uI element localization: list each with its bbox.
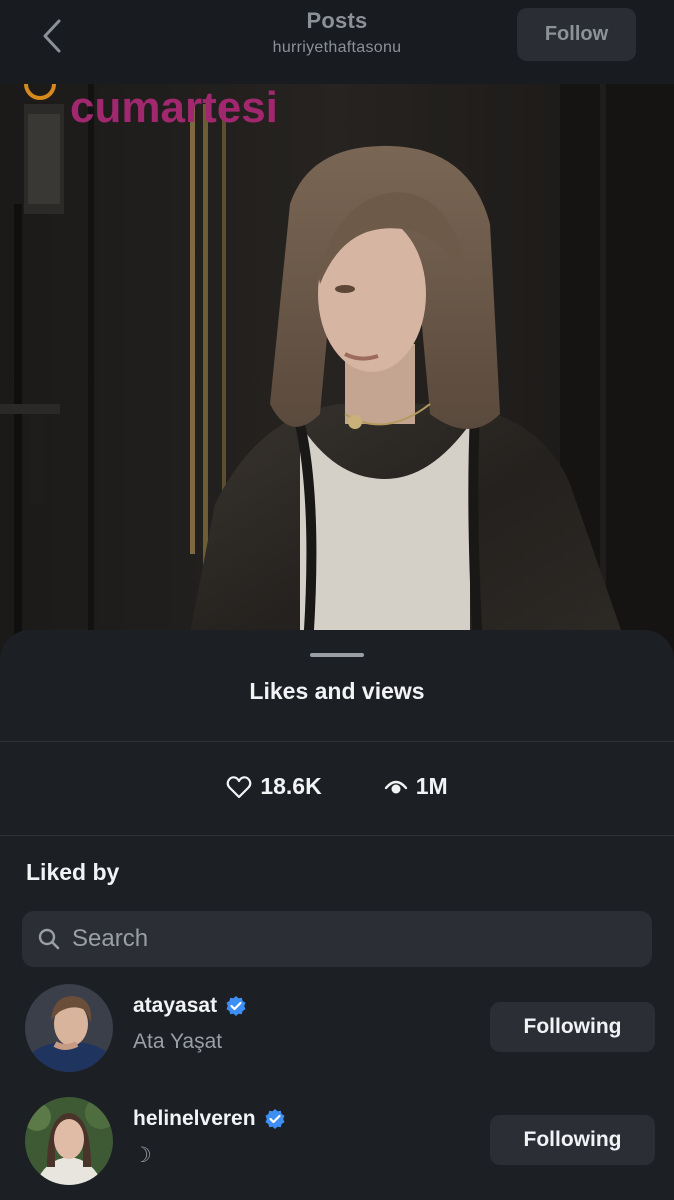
follow-button[interactable]: Follow <box>517 8 636 61</box>
liked-by-heading: Liked by <box>26 859 120 885</box>
full-name: ☽ <box>133 1144 152 1167</box>
following-button[interactable]: Following <box>490 1115 655 1165</box>
eye-icon <box>384 780 407 793</box>
verified-badge-icon <box>265 1109 285 1129</box>
divider <box>0 741 674 742</box>
username[interactable]: atayasat <box>133 994 247 1018</box>
sheet-title: Likes and views <box>249 678 425 704</box>
sheet-grabber[interactable] <box>310 653 364 657</box>
username[interactable]: helinelveren <box>133 1107 286 1131</box>
post-image[interactable]: cumartesi <box>0 84 674 684</box>
search-icon <box>38 928 60 950</box>
avatar[interactable] <box>25 984 113 1072</box>
top-nav-bar: Posts hurriyethaftasonu Follow <box>0 0 674 84</box>
views-count: 1M <box>415 773 448 799</box>
avatar[interactable] <box>25 1097 113 1185</box>
heart-icon <box>226 775 252 798</box>
following-button[interactable]: Following <box>490 1002 655 1052</box>
user-row[interactable]: atayasat Ata Yaşat Following <box>0 984 674 1084</box>
likes-views-sheet: Likes and views 18.6K 1M Liked by Search… <box>0 630 674 1200</box>
watermark-text: cumartesi <box>70 84 278 132</box>
search-bar[interactable] <box>22 911 652 967</box>
views-stat: 1M <box>384 773 448 800</box>
stats-row: 18.6K 1M <box>0 773 674 800</box>
username-text: atayasat <box>133 994 218 1017</box>
verified-badge-icon <box>226 996 246 1016</box>
likes-stat: 18.6K <box>226 773 322 800</box>
full-name: Ata Yaşat <box>133 1030 223 1053</box>
likes-count: 18.6K <box>260 773 322 799</box>
username-text: helinelveren <box>133 1107 256 1130</box>
search-input[interactable] <box>72 925 592 953</box>
divider <box>0 835 674 836</box>
user-row[interactable]: helinelveren ☽ Following <box>0 1097 674 1197</box>
